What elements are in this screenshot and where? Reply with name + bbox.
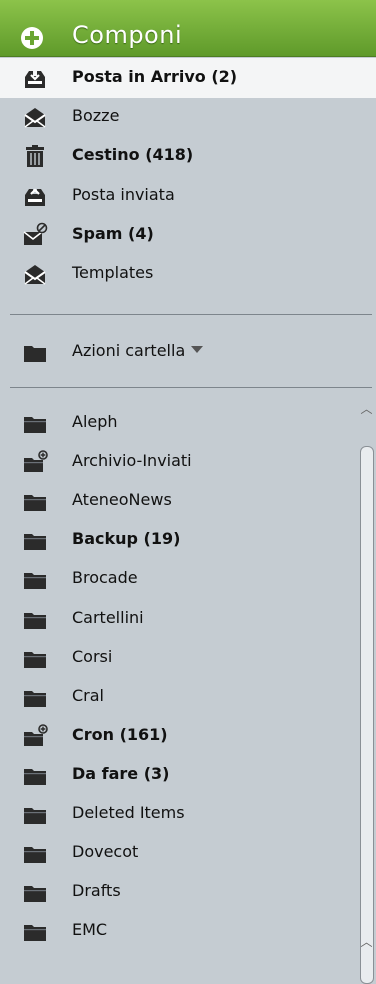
folder-subfolders-icon (24, 450, 48, 473)
folder-item[interactable]: Corsi (0, 640, 376, 676)
folder-item[interactable]: Cron (161) (0, 718, 376, 754)
folder-label: Drafts (72, 881, 121, 901)
folder-item[interactable]: Dovecot (0, 835, 376, 871)
folder-icon (24, 495, 46, 512)
folder-item[interactable]: Da fare (3) (0, 757, 376, 793)
folder-icon (24, 886, 46, 903)
compose-label: Componi (72, 21, 183, 49)
folder-item[interactable]: Posta in Arrivo (2) (0, 60, 376, 96)
folder-label: Backup (19) (72, 529, 181, 549)
folder-icon (24, 612, 46, 629)
folder-icon (24, 651, 46, 668)
drafts-icon (24, 108, 46, 128)
folder-label: Cron (161) (72, 724, 168, 744)
folder-icon (24, 346, 46, 362)
plus-circle-icon (21, 27, 43, 49)
folder-item[interactable]: Posta inviata (0, 178, 376, 214)
folder-icon (24, 690, 46, 707)
folder-label: Aleph (72, 412, 118, 431)
folder-item[interactable]: Cartellini (0, 601, 376, 637)
folder-item[interactable]: EMC (0, 913, 376, 949)
folder-item[interactable]: Drafts (0, 874, 376, 910)
dropdown-caret-icon (191, 346, 204, 353)
folder-item[interactable]: Bozze (0, 99, 376, 135)
folder-icon (24, 417, 46, 433)
folder-label: Posta inviata (72, 184, 175, 204)
folder-item[interactable]: Templates (0, 256, 376, 292)
folder-subfolders-icon (24, 723, 48, 746)
folder-icon (24, 768, 46, 785)
folder-label: Cral (72, 685, 104, 705)
folder-label: Corsi (72, 646, 113, 666)
folder-label: Spam (4) (72, 223, 154, 243)
templates-icon (24, 265, 46, 285)
divider (10, 387, 372, 388)
folder-item[interactable]: Cestino (418) (0, 138, 376, 174)
sent-icon (25, 188, 45, 206)
folder-actions-menu[interactable]: Azioni cartella (0, 334, 376, 370)
compose-button[interactable]: Componi (0, 0, 376, 57)
folder-item[interactable]: Deleted Items (0, 796, 376, 832)
folder-icon (24, 573, 46, 590)
folder-label: Da fare (3) (72, 763, 170, 783)
folder-label: Deleted Items (72, 803, 185, 822)
scroll-thumb[interactable] (360, 446, 374, 984)
folders-scrollbar[interactable]: ︿ ︿ (358, 402, 375, 984)
folder-label: Dovecot (72, 842, 139, 862)
folder-label: Cestino (418) (72, 145, 194, 165)
folder-item[interactable]: Spam (4) (0, 217, 376, 253)
folder-icon (24, 534, 46, 551)
folder-icon (24, 925, 46, 942)
folder-item[interactable]: Archivio-Inviati (0, 444, 376, 480)
folder-item[interactable]: Brocade (0, 561, 376, 597)
folder-icon (24, 847, 46, 864)
folder-item[interactable]: Aleph (0, 405, 376, 441)
scroll-up-arrow-icon[interactable]: ︿ (359, 402, 374, 416)
folder-label: Posta in Arrivo (2) (72, 67, 238, 86)
scroll-down-arrow-icon[interactable]: ︿ (359, 935, 374, 949)
inbox-icon (25, 71, 45, 88)
trash-icon (26, 145, 44, 168)
folder-label: EMC (72, 920, 108, 940)
folder-label: Brocade (72, 568, 138, 588)
folder-item[interactable]: AteneoNews (0, 483, 376, 519)
folder-icon (24, 808, 46, 824)
folder-label: AteneoNews (72, 490, 172, 510)
divider (10, 314, 372, 315)
folder-label: Archivio-Inviati (72, 451, 192, 471)
folder-label: Templates (72, 263, 154, 282)
folder-item[interactable]: Cral (0, 679, 376, 715)
folder-label: Cartellini (72, 607, 144, 627)
spam-icon (23, 222, 48, 245)
scroll-track[interactable] (359, 418, 374, 984)
folder-actions-label: Azioni cartella (72, 341, 186, 360)
folder-item[interactable]: Backup (19) (0, 522, 376, 558)
folder-label: Bozze (72, 106, 120, 126)
